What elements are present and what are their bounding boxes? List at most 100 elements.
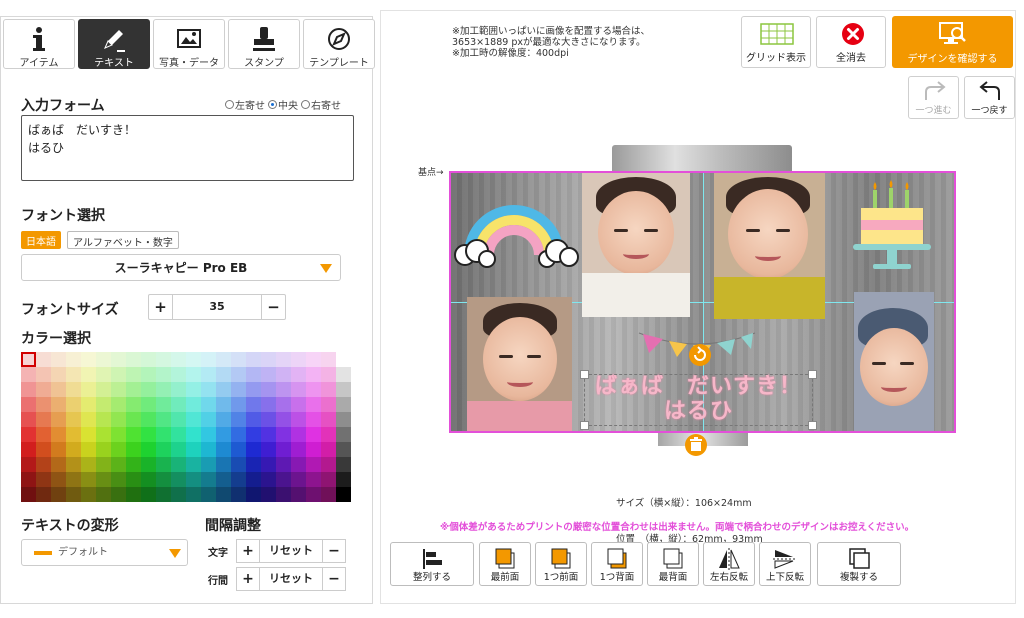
- color-swatch[interactable]: [96, 382, 111, 397]
- color-swatch[interactable]: [141, 397, 156, 412]
- char-spacing-reset-button[interactable]: リセット: [259, 540, 323, 562]
- color-swatch[interactable]: [36, 412, 51, 427]
- color-swatch[interactable]: [216, 367, 231, 382]
- color-swatch[interactable]: [36, 457, 51, 472]
- color-swatch[interactable]: [156, 442, 171, 457]
- color-swatch[interactable]: [186, 397, 201, 412]
- color-swatch[interactable]: [81, 367, 96, 382]
- grid-toggle-button[interactable]: グリッド表示: [741, 16, 811, 68]
- color-swatch[interactable]: [261, 427, 276, 442]
- color-swatch[interactable]: [201, 397, 216, 412]
- clear-all-button[interactable]: 全消去: [816, 16, 886, 68]
- color-swatch[interactable]: [246, 472, 261, 487]
- color-swatch[interactable]: [96, 367, 111, 382]
- color-swatch[interactable]: [111, 397, 126, 412]
- color-swatch[interactable]: [246, 427, 261, 442]
- color-swatch[interactable]: [66, 352, 81, 367]
- color-swatch[interactable]: [231, 367, 246, 382]
- color-swatch[interactable]: [81, 472, 96, 487]
- baby-photo-1[interactable]: [582, 173, 690, 317]
- color-swatch[interactable]: [126, 367, 141, 382]
- color-swatch[interactable]: [156, 352, 171, 367]
- color-swatch[interactable]: [336, 397, 351, 412]
- color-swatch[interactable]: [216, 412, 231, 427]
- color-swatch[interactable]: [186, 382, 201, 397]
- color-swatch[interactable]: [231, 487, 246, 502]
- color-swatch[interactable]: [126, 427, 141, 442]
- color-swatch[interactable]: [171, 382, 186, 397]
- color-swatch[interactable]: [111, 427, 126, 442]
- align-center-radio[interactable]: 中央: [268, 97, 298, 112]
- color-swatch[interactable]: [111, 412, 126, 427]
- color-swatch[interactable]: [21, 382, 36, 397]
- color-swatch[interactable]: [171, 472, 186, 487]
- color-swatch[interactable]: [96, 397, 111, 412]
- color-swatch[interactable]: [246, 412, 261, 427]
- color-swatch[interactable]: [51, 442, 66, 457]
- bring-forward-button[interactable]: 1つ前面: [535, 542, 587, 586]
- color-swatch[interactable]: [126, 397, 141, 412]
- color-swatch[interactable]: [321, 412, 336, 427]
- color-swatch[interactable]: [141, 382, 156, 397]
- color-swatch[interactable]: [216, 352, 231, 367]
- color-swatch[interactable]: [201, 487, 216, 502]
- flip-vertical-button[interactable]: 上下反転: [759, 542, 811, 586]
- color-swatch[interactable]: [216, 427, 231, 442]
- tab-stamp[interactable]: スタンプ: [228, 19, 300, 69]
- line-spacing-plus-button[interactable]: +: [237, 568, 259, 590]
- color-swatch[interactable]: [261, 472, 276, 487]
- color-swatch[interactable]: [141, 412, 156, 427]
- color-swatch[interactable]: [111, 487, 126, 502]
- color-swatch[interactable]: [291, 472, 306, 487]
- color-swatch[interactable]: [306, 382, 321, 397]
- color-swatch[interactable]: [306, 442, 321, 457]
- color-swatch[interactable]: [261, 382, 276, 397]
- color-swatch[interactable]: [201, 427, 216, 442]
- color-swatch[interactable]: [156, 412, 171, 427]
- char-spacing-minus-button[interactable]: −: [323, 540, 345, 562]
- color-swatch[interactable]: [81, 487, 96, 502]
- color-swatch[interactable]: [291, 352, 306, 367]
- color-swatch[interactable]: [336, 442, 351, 457]
- color-swatch[interactable]: [21, 352, 36, 367]
- color-swatch[interactable]: [81, 442, 96, 457]
- color-swatch[interactable]: [171, 457, 186, 472]
- color-swatch[interactable]: [111, 442, 126, 457]
- color-swatch[interactable]: [276, 397, 291, 412]
- text-input[interactable]: ばぁば だいすき！ はるひ: [21, 115, 354, 181]
- color-swatch[interactable]: [81, 352, 96, 367]
- color-swatch[interactable]: [186, 412, 201, 427]
- color-swatch[interactable]: [261, 487, 276, 502]
- color-swatch[interactable]: [321, 367, 336, 382]
- color-swatch[interactable]: [276, 412, 291, 427]
- color-swatch[interactable]: [231, 427, 246, 442]
- color-swatch[interactable]: [21, 442, 36, 457]
- color-swatch[interactable]: [306, 457, 321, 472]
- color-swatch[interactable]: [201, 457, 216, 472]
- color-swatch[interactable]: [66, 412, 81, 427]
- color-swatch[interactable]: [276, 442, 291, 457]
- color-swatch[interactable]: [306, 367, 321, 382]
- font-size-plus-button[interactable]: +: [149, 295, 173, 319]
- resize-handle-top-right[interactable]: [808, 370, 817, 379]
- resize-handle-top-left[interactable]: [580, 370, 589, 379]
- color-swatch[interactable]: [231, 412, 246, 427]
- align-left-radio[interactable]: 左寄せ: [225, 97, 265, 112]
- tab-template[interactable]: テンプレート: [303, 19, 375, 69]
- color-swatch[interactable]: [51, 412, 66, 427]
- color-swatch[interactable]: [231, 472, 246, 487]
- align-right-radio[interactable]: 右寄せ: [301, 97, 341, 112]
- undo-button[interactable]: 一つ戻す: [964, 76, 1015, 119]
- color-swatch[interactable]: [171, 352, 186, 367]
- color-swatch[interactable]: [306, 427, 321, 442]
- color-swatch[interactable]: [36, 472, 51, 487]
- color-swatch[interactable]: [21, 367, 36, 382]
- font-size-minus-button[interactable]: −: [261, 295, 285, 319]
- color-swatch[interactable]: [201, 412, 216, 427]
- color-swatch[interactable]: [306, 352, 321, 367]
- color-swatch[interactable]: [51, 352, 66, 367]
- color-swatch[interactable]: [291, 442, 306, 457]
- rotate-handle[interactable]: [689, 344, 711, 366]
- color-swatch[interactable]: [336, 367, 351, 382]
- color-swatch[interactable]: [111, 472, 126, 487]
